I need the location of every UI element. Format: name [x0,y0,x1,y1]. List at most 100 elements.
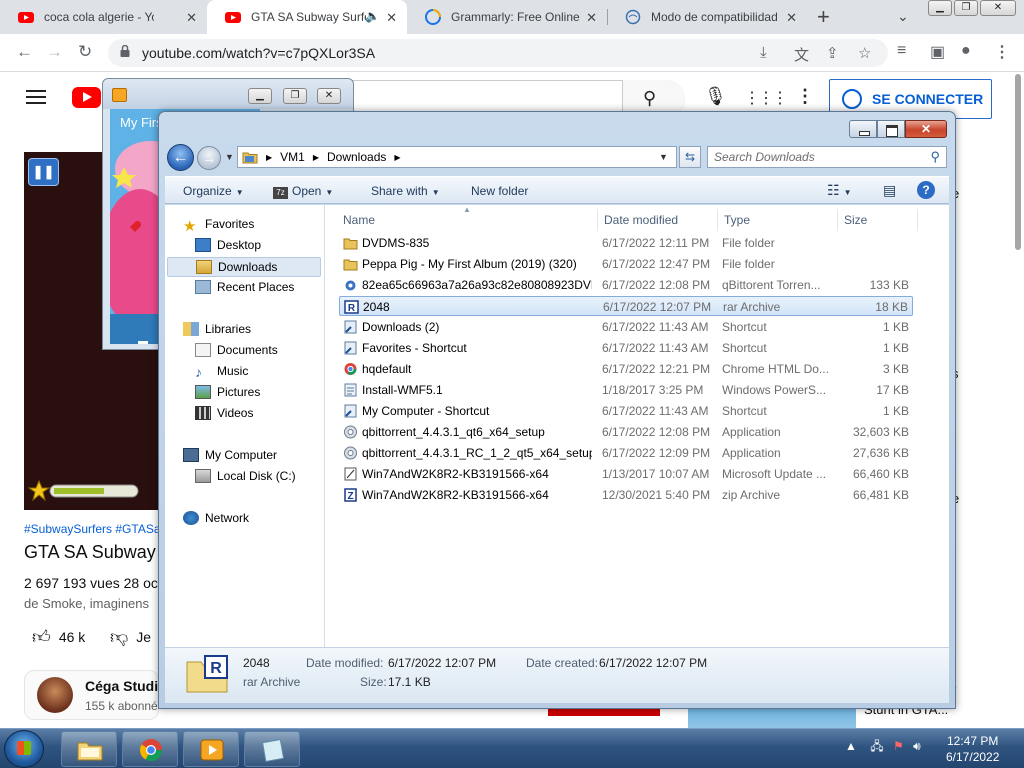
video-hashtags[interactable]: #SubwaySurfers #GTASa [24,522,161,536]
new-folder-button[interactable]: New folder [471,184,528,198]
tab-gta-sa[interactable]: GTA SA Subway Surfers 🔈 ✕ [207,0,407,34]
minimize-button[interactable] [849,120,877,138]
clock[interactable]: 12:47 PM 6/17/2022 [946,733,999,765]
new-tab-button[interactable]: + [817,4,830,30]
media-player-titlebar[interactable]: ▁ ❐ ✕ [103,79,353,109]
file-row[interactable]: Z Win7AndW2K8R2-KB3191566-x64 12/30/2021 5… [339,485,913,505]
channel-avatar[interactable] [37,677,73,713]
maximize-button[interactable] [877,120,905,138]
column-divider[interactable] [717,209,718,231]
profile-icon[interactable]: ● [961,42,971,60]
share-icon[interactable]: ⇪ [826,44,839,62]
action-center-icon[interactable]: ⚑ [893,739,904,753]
show-hidden-icons-icon[interactable]: ▲ [845,739,857,753]
address-dropdown-icon[interactable]: ▼ [659,152,668,162]
recent-pages-dropdown-icon[interactable]: ▼ [225,152,234,162]
menu-kebab-icon[interactable]: ⋮ [994,42,1010,62]
nav-music[interactable]: ♪ Music [195,364,248,380]
column-divider[interactable] [917,209,918,231]
minimize-button[interactable]: ▁ [248,88,272,104]
share-with-menu[interactable]: Share with ▼ [371,184,440,198]
organize-menu[interactable]: Organize ▼ [183,184,244,198]
file-row[interactable]: 82ea65c66963a7a26a93c82e80808923DVD... 6/… [339,275,913,295]
file-row[interactable]: hqdefault 6/17/2022 12:21 PM Chrome HTML D… [339,359,913,379]
file-row[interactable]: qbittorrent_4.4.3.1_qt6_x64_setup 6/17/20… [339,422,913,442]
reload-icon[interactable]: ↻ [78,42,92,62]
nav-documents[interactable]: Documents [195,343,278,357]
scrollbar-thumb[interactable] [1015,74,1021,250]
channel-name[interactable]: Céga Studio [85,678,167,694]
breadcrumb-vm1[interactable]: VM1 [280,150,305,164]
close-icon[interactable]: ✕ [786,10,797,26]
close-icon[interactable]: ✕ [386,10,397,26]
close-button[interactable]: ✕ [980,0,1016,16]
column-name[interactable]: Name [343,213,375,227]
nav-desktop[interactable]: Desktop [195,238,261,252]
network-tray-icon[interactable]: 🖧 [870,739,883,753]
stop-icon[interactable] [138,341,148,344]
related-video-thumbnail[interactable] [688,706,856,728]
view-options-icon[interactable]: ☷ ▼ [827,182,851,199]
install-icon[interactable]: ⤓ [760,44,767,61]
tab-grammarly[interactable]: Grammarly: Free Online Writing ✕ [407,0,607,34]
nav-network[interactable]: Network [183,511,249,525]
nav-recent-places[interactable]: Recent Places [195,280,294,294]
close-icon[interactable]: ✕ [186,10,197,26]
microphone-icon[interactable]: 🎙 [704,86,727,107]
translate-icon[interactable]: 文 [794,44,809,65]
hamburger-menu-icon[interactable] [26,90,46,104]
back-icon[interactable]: ← [16,42,33,62]
file-row[interactable]: My Computer - Shortcut 6/17/2022 11:43 AM… [339,401,913,421]
column-size[interactable]: Size [844,213,867,227]
tab-coca-cola[interactable]: coca cola algerie - YouTube ✕ [0,0,207,34]
help-icon[interactable]: ? [917,181,935,199]
search-downloads-input[interactable]: Search Downloads ⚲ [707,146,947,168]
youtube-logo[interactable] [72,87,101,108]
maximize-button[interactable]: ❐ [954,0,978,16]
open-menu[interactable]: 7z Open ▼ [273,184,333,199]
volume-icon[interactable]: 🔊︎ [913,739,921,753]
nav-local-disk[interactable]: Local Disk (C:) [195,469,296,483]
column-divider[interactable] [597,209,598,231]
speaker-icon[interactable]: 🔈 [365,9,380,23]
address-breadcrumb[interactable]: ▶ VM1 ▶ Downloads ▶ [237,146,677,168]
file-row[interactable]: Win7AndW2K8R2-KB3191566-x64 1/13/2017 10:… [339,464,913,484]
breadcrumb-downloads[interactable]: Downloads [327,150,386,164]
tab-modo-compat[interactable]: Modo de compatibilidad ✕ [607,0,807,34]
refresh-button[interactable]: ⇆ [679,146,701,168]
preview-pane-icon[interactable]: ▤ [883,182,896,199]
file-row[interactable]: DVDMS-835 6/17/2022 12:11 PM File folder [339,233,913,253]
taskbar-media-player[interactable] [183,731,239,767]
forward-button[interactable]: → [197,146,221,170]
nav-favorites[interactable]: ★ Favorites [183,217,254,235]
settings-kebab-icon[interactable]: ⋮ [796,86,814,107]
media-control-icon[interactable]: ≡ [897,42,906,60]
file-row[interactable]: Downloads (2) 6/17/2022 11:43 AM Shortcut 1… [339,317,913,337]
file-row[interactable]: qbittorrent_4.4.3.1_RC_1_2_qt5_x64_setup… [339,443,913,463]
maximize-button[interactable]: ❐ [283,88,307,104]
like-button[interactable]: 👍︎ 46 k [32,626,85,648]
column-divider[interactable] [837,209,838,231]
forward-icon[interactable]: → [46,42,63,62]
column-date-modified[interactable]: Date modified [604,213,678,227]
bookmark-star-icon[interactable]: ☆ [858,44,871,62]
nav-libraries[interactable]: Libraries [183,322,251,336]
taskbar-chrome[interactable] [122,731,178,767]
apps-grid-icon[interactable]: ⋮⋮⋮ [744,88,788,108]
chevron-down-icon[interactable]: ⌄ [897,8,909,25]
nav-videos[interactable]: Videos [195,406,253,420]
file-row[interactable]: R 2048 6/17/2022 12:07 PM rar Archive 18 KB [339,296,913,316]
side-panel-icon[interactable]: ▣ [930,42,945,62]
nav-pictures[interactable]: Pictures [195,385,260,399]
file-row[interactable]: Favorites - Shortcut 6/17/2022 11:43 AM Sh… [339,338,913,358]
address-bar[interactable]: youtube.com/watch?v=c7pQXLor3SA ⤓ 文 ⇪ ☆ [108,39,888,67]
taskbar-explorer[interactable] [61,731,117,767]
subscribe-button[interactable] [548,708,660,716]
channel-card[interactable]: Céga Studio 155 k abonné [24,670,167,720]
page-scrollbar[interactable] [1012,72,1024,252]
minimize-button[interactable]: ▁ [928,0,952,16]
close-icon[interactable]: ✕ [586,10,597,26]
file-row[interactable]: Install-WMF5.1 1/18/2017 3:25 PM Windows P… [339,380,913,400]
nav-downloads[interactable]: Downloads [167,257,321,277]
nav-my-computer[interactable]: My Computer [183,448,277,462]
